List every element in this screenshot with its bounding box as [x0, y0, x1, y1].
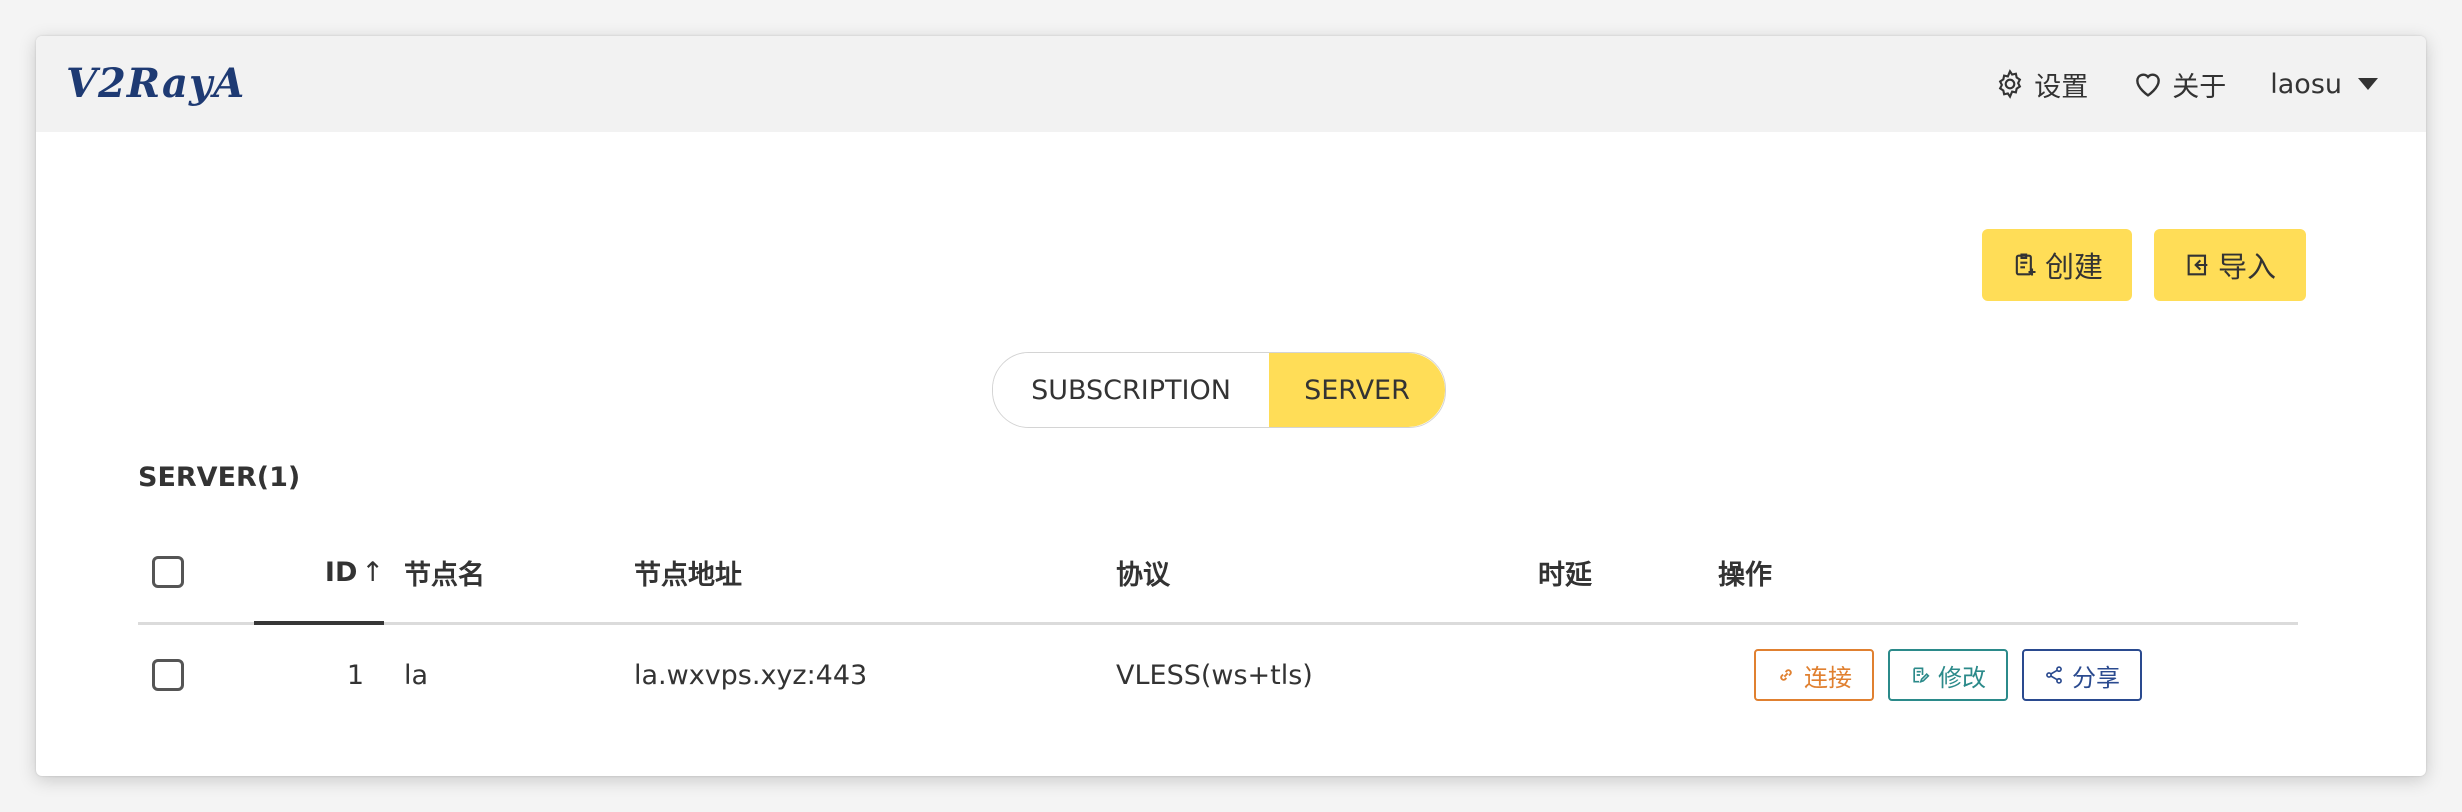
edit-label: 修改 — [1938, 663, 1986, 692]
import-icon — [2187, 254, 2208, 276]
caret-down-icon — [2358, 78, 2378, 90]
tab-server[interactable]: SERVER — [1269, 353, 1445, 427]
tab-subscription[interactable]: SUBSCRIPTION — [993, 353, 1269, 427]
protocol-header: 协议 — [1116, 559, 1170, 591]
server-table: ID ↑ 节点名 节点地址 协议 时延 操作 1 la la.wxvps.xyz… — [138, 522, 2298, 725]
clipboard-plus-icon — [2015, 253, 2036, 276]
app-logo[interactable]: V2RayA — [66, 48, 245, 118]
create-button[interactable]: 创建 — [1982, 229, 2132, 301]
select-all-checkbox[interactable] — [152, 556, 184, 588]
view-toggle: SUBSCRIPTION SERVER — [992, 352, 1446, 428]
section-title: SERVER(1) — [138, 462, 301, 493]
app-window: V2RayA 设置 关于 laosu 创建 导入 SUBSCRIPTION SE… — [36, 36, 2426, 776]
gear-icon — [1999, 69, 2022, 99]
import-label: 导入 — [2217, 250, 2276, 284]
sort-id-header[interactable]: ID ↑ — [254, 522, 384, 622]
ops-header: 操作 — [1718, 559, 1772, 591]
navbar: V2RayA 设置 关于 laosu — [36, 36, 2426, 132]
nav-right: 设置 关于 laosu — [1994, 36, 2378, 132]
latency-header: 时延 — [1538, 559, 1592, 591]
create-label: 创建 — [2044, 250, 2103, 284]
address-header: 节点地址 — [634, 559, 742, 591]
about-label: 关于 — [2172, 71, 2227, 103]
table-row: 1 la la.wxvps.xyz:443 VLESS(ws+tls) 连接 修… — [138, 625, 2298, 725]
edit-icon — [1913, 667, 1930, 683]
connect-button[interactable]: 连接 — [1754, 649, 1874, 701]
share-button[interactable]: 分享 — [2022, 649, 2142, 701]
row-name: la — [404, 659, 429, 691]
edit-button[interactable]: 修改 — [1888, 649, 2008, 701]
row-id: 1 — [346, 659, 364, 691]
row-checkbox[interactable] — [152, 659, 184, 691]
user-menu[interactable]: laosu — [2270, 69, 2378, 100]
import-button[interactable]: 导入 — [2154, 229, 2306, 301]
connect-label: 连接 — [1804, 663, 1852, 692]
settings-link[interactable]: 设置 — [1994, 65, 2088, 104]
link-icon — [1780, 669, 1792, 681]
row-address: la.wxvps.xyz:443 — [634, 659, 868, 691]
about-link[interactable]: 关于 — [2132, 65, 2226, 104]
id-header-label: ID — [324, 556, 358, 588]
share-label: 分享 — [2072, 663, 2120, 692]
sort-arrow-icon: ↑ — [361, 556, 384, 588]
user-label: laosu — [2270, 68, 2342, 100]
row-protocol: VLESS(ws+tls) — [1116, 659, 1313, 691]
heart-icon — [2136, 73, 2161, 97]
share-icon — [2046, 666, 2062, 684]
name-header: 节点名 — [404, 559, 485, 591]
table-header: ID ↑ 节点名 节点地址 协议 时延 操作 — [138, 522, 2298, 625]
settings-label: 设置 — [2034, 71, 2089, 103]
